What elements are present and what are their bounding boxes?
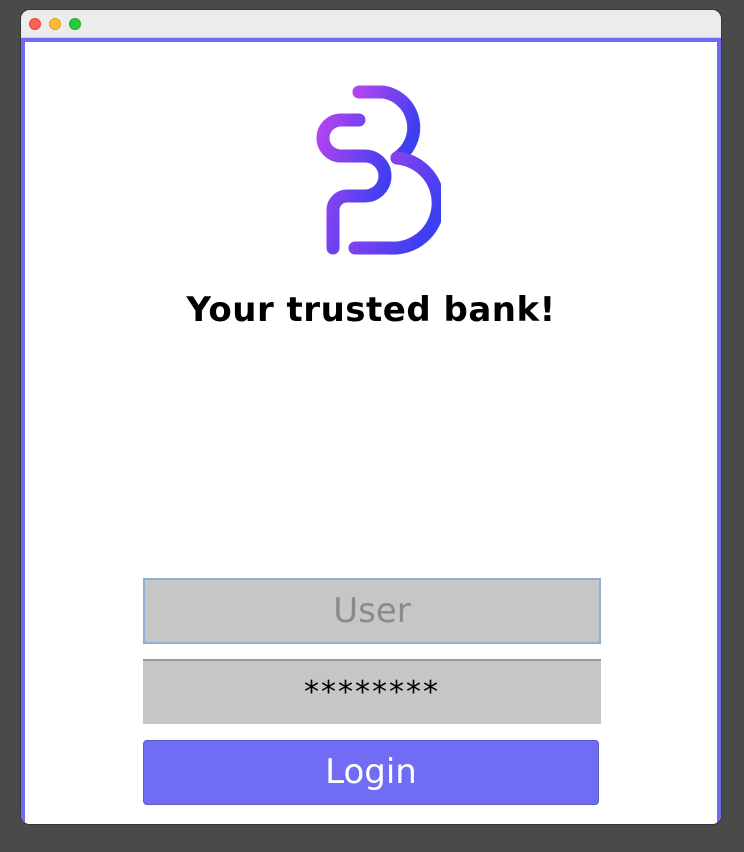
close-window-button[interactable]: [29, 18, 41, 30]
username-input[interactable]: [143, 578, 601, 644]
tagline-heading: Your trusted bank!: [186, 290, 556, 330]
login-button[interactable]: Login: [143, 740, 599, 805]
title-bar: [21, 10, 721, 38]
login-panel: Your trusted bank! Login: [21, 38, 721, 824]
app-window: Your trusted bank! Login: [21, 10, 721, 824]
password-input[interactable]: [143, 659, 601, 724]
minimize-window-button[interactable]: [49, 18, 61, 30]
bank-logo-icon: [297, 84, 441, 257]
zoom-window-button[interactable]: [69, 18, 81, 30]
